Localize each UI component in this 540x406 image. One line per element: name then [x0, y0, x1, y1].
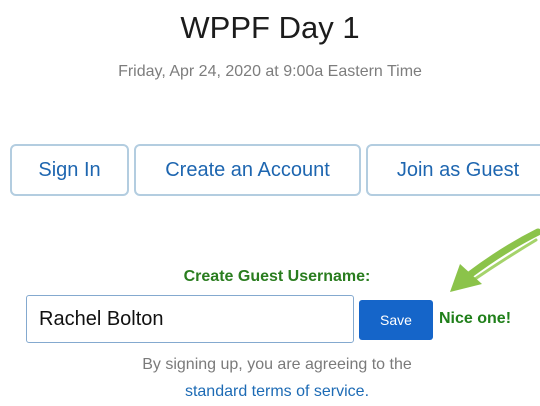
join-guest-button[interactable]: Join as Guest	[366, 144, 540, 196]
guest-username-input[interactable]	[26, 295, 354, 343]
save-button[interactable]: Save	[359, 300, 433, 340]
event-title: WPPF Day 1	[180, 10, 360, 45]
arrow-icon	[450, 228, 540, 292]
event-datetime: Friday, Apr 24, 2020 at 9:00a Eastern Ti…	[118, 63, 422, 80]
nice-one-annotation: Nice one!	[439, 310, 512, 327]
create-account-label: Create an Account	[165, 158, 330, 181]
join-guest-label: Join as Guest	[396, 158, 520, 181]
guest-username-label: Create Guest Username:	[183, 268, 371, 285]
terms-link-row: standard terms of service.	[0, 383, 540, 401]
create-account-button[interactable]: Create an Account	[134, 144, 361, 196]
page: WPPF Day 1 Friday, Apr 24, 2020 at 9:00a…	[0, 0, 540, 406]
auth-options: Sign In Create an Account Join as Guest	[0, 144, 540, 200]
terms-of-service-link[interactable]: standard terms of service.	[185, 383, 369, 400]
terms-text: By signing up, you are agreeing to the	[142, 356, 412, 373]
sign-in-button[interactable]: Sign In	[10, 144, 129, 196]
sign-in-label: Sign In	[38, 158, 101, 181]
